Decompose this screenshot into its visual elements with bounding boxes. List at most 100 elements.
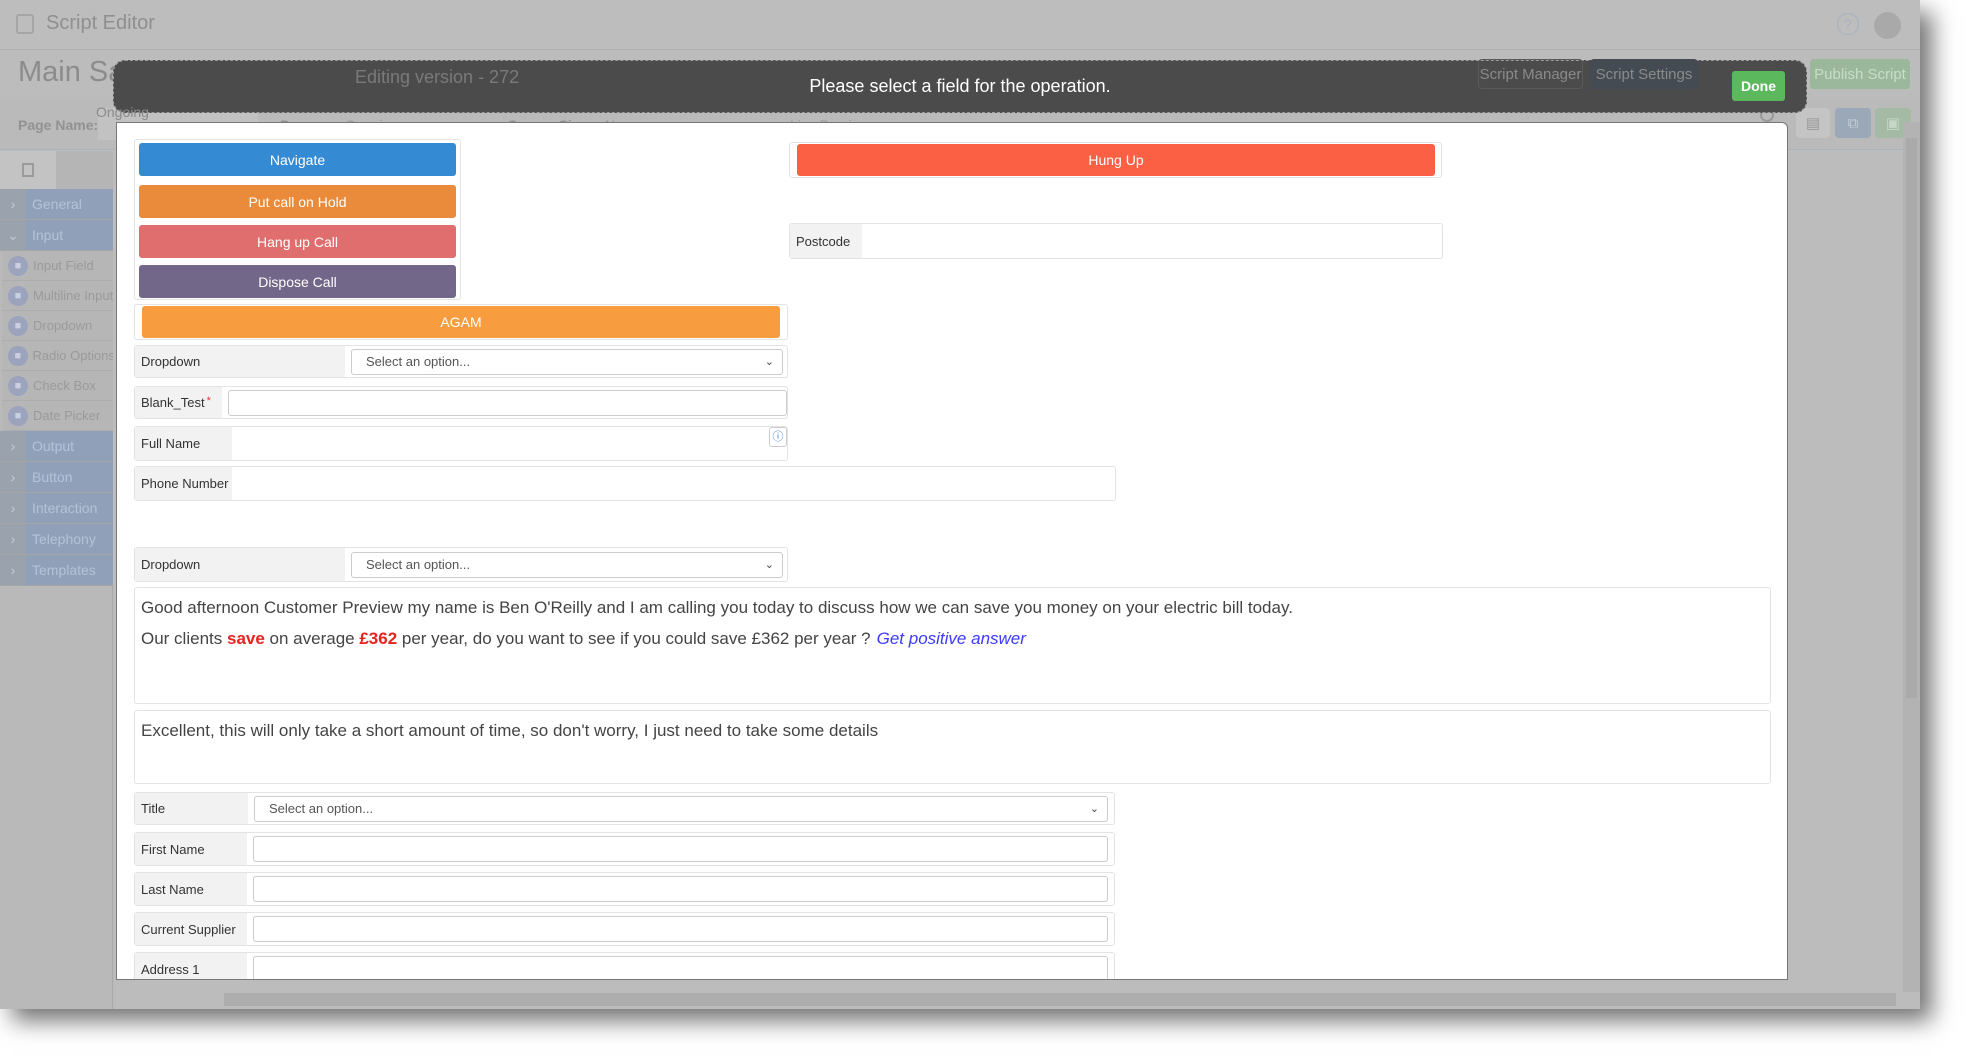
sidebar-item-templates[interactable]: › Templates: [0, 555, 113, 586]
chevron-right-icon: ›: [0, 493, 26, 523]
script-manager-button[interactable]: Script Manager: [1478, 59, 1583, 89]
required-marker: *: [206, 395, 211, 407]
chevron-down-icon: ⌄: [0, 220, 26, 250]
sidebar-tab-global[interactable]: [56, 151, 113, 189]
hung-up-button[interactable]: Hung Up: [797, 144, 1435, 176]
sidebar-item-interaction[interactable]: › Interaction: [0, 493, 113, 524]
chevron-right-icon: ›: [0, 555, 26, 585]
calendar-icon: ■: [8, 405, 28, 426]
dropdown-row: Dropdown Select an option... ⌄: [134, 345, 788, 378]
phone-number-row: Phone Number: [134, 466, 1116, 501]
last-name-input[interactable]: [253, 876, 1108, 902]
select-placeholder: Select an option...: [269, 801, 374, 816]
address-1-row: Address 1: [134, 952, 1115, 979]
savings-line: Our clients save on average £362 per yea…: [141, 629, 1026, 648]
sidebar-item-input-field[interactable]: ■ Input Field: [2, 251, 113, 281]
get-positive-answer-link[interactable]: Get positive answer: [877, 629, 1026, 648]
multiline-icon: ■: [8, 285, 28, 306]
select-placeholder: Select an option...: [366, 354, 471, 369]
sidebar-item-dropdown[interactable]: ■ Dropdown: [2, 311, 113, 341]
horizontal-scrollbar[interactable]: [224, 993, 1896, 1006]
page-name-label: Page Name:: [18, 117, 99, 133]
page-info-button[interactable]: ▤: [1796, 108, 1830, 138]
chevron-right-icon: ›: [0, 462, 26, 492]
sidebar-item-button[interactable]: › Button: [0, 462, 113, 493]
radio-icon: ■: [8, 345, 28, 366]
blank-test-row: Blank_Test *: [134, 386, 788, 419]
address-1-label: Address 1: [135, 953, 247, 979]
phone-number-input[interactable]: [232, 467, 1115, 500]
blank-test-label: Blank_Test *: [135, 387, 222, 418]
full-name-label: Full Name: [135, 427, 232, 460]
script-settings-button[interactable]: Script Settings: [1590, 59, 1698, 89]
select-placeholder: Select an option...: [366, 557, 471, 572]
full-name-input[interactable]: [232, 427, 787, 460]
preview-modal: Navigate Put call on Hold Hang up Call Disp…: [116, 122, 1788, 980]
last-name-label: Last Name: [135, 873, 247, 905]
title-label: Title: [135, 793, 248, 824]
postcode-row: Postcode: [789, 223, 1443, 259]
chevron-down-icon: ⌄: [764, 356, 774, 368]
blank-test-input[interactable]: [227, 389, 787, 416]
dropdown-label: Dropdown: [135, 548, 345, 581]
address-1-input[interactable]: [253, 956, 1108, 979]
current-supplier-input[interactable]: [253, 916, 1108, 942]
script-text-greeting: Good afternoon Customer Preview my name …: [134, 587, 1771, 704]
banner-message: Please select a field for the operation.: [809, 76, 1111, 96]
put-call-on-hold-button[interactable]: Put call on Hold: [139, 185, 456, 218]
current-supplier-row: Current Supplier: [134, 912, 1115, 946]
avatar[interactable]: [1874, 12, 1901, 39]
phone-number-label: Phone Number: [135, 467, 232, 500]
document-icon: [22, 163, 34, 177]
chevron-right-icon: ›: [0, 431, 26, 461]
dropdown-icon: ■: [8, 315, 28, 336]
checkbox-icon: ■: [8, 375, 28, 396]
sidebar-item-input[interactable]: ⌄ Input: [0, 220, 113, 251]
dropdown-label: Dropdown: [135, 346, 345, 377]
chevron-down-icon: ⌄: [1089, 803, 1099, 815]
title-select[interactable]: Select an option... ⌄: [254, 795, 1108, 822]
full-name-row: Full Name ⓘ: [134, 426, 788, 461]
dropdown-select[interactable]: Select an option... ⌄: [351, 348, 783, 375]
script-text-details: Excellent, this will only take a short a…: [134, 710, 1771, 784]
info-icon[interactable]: ⓘ: [769, 427, 787, 447]
app-title: Script Editor: [46, 12, 155, 34]
sidebar: › General ⌄ Input ■ Input Field ■ Multiline Inp…: [0, 151, 113, 1009]
edit-icon: ■: [8, 255, 28, 276]
sidebar-item-general[interactable]: › General: [0, 189, 113, 220]
current-supplier-label: Current Supplier: [135, 913, 247, 945]
postcode-input[interactable]: [862, 224, 1442, 258]
script-icon: [16, 14, 34, 34]
first-name-row: First Name: [134, 832, 1115, 866]
sidebar-item-date-picker[interactable]: ■ Date Picker: [2, 401, 113, 431]
dropdown-row-2: Dropdown Select an option... ⌄: [134, 547, 788, 582]
sidebar-item-multiline-input[interactable]: ■ Multiline Input: [2, 281, 113, 311]
done-button[interactable]: Done: [1732, 71, 1785, 101]
postcode-label: Postcode: [790, 224, 862, 258]
dropdown-select[interactable]: Select an option... ⌄: [351, 551, 783, 578]
title-bar: Script Editor ?: [0, 0, 1920, 50]
last-name-row: Last Name: [134, 872, 1115, 906]
first-name-input[interactable]: [253, 836, 1108, 862]
sidebar-item-telephony[interactable]: › Telephony: [0, 524, 113, 555]
chevron-right-icon: ›: [0, 189, 26, 219]
sidebar-item-check-box[interactable]: ■ Check Box: [2, 371, 113, 401]
dispose-call-button[interactable]: Dispose Call: [139, 265, 456, 298]
hang-up-call-button[interactable]: Hang up Call: [139, 225, 456, 258]
sidebar-item-output[interactable]: › Output: [0, 431, 113, 462]
vertical-scrollbar[interactable]: [1903, 122, 1920, 992]
sidebar-tab-elements[interactable]: [0, 151, 56, 189]
title-row: Title Select an option... ⌄: [134, 792, 1115, 825]
agam-button[interactable]: AGAM: [142, 306, 780, 338]
copy-button[interactable]: ⧉: [1835, 108, 1871, 138]
sidebar-item-radio-options[interactable]: ■ Radio Options: [2, 341, 113, 371]
help-icon[interactable]: ?: [1837, 13, 1859, 35]
first-name-label: First Name: [135, 833, 247, 865]
chevron-right-icon: ›: [0, 524, 26, 554]
chevron-down-icon: ⌄: [764, 559, 774, 571]
greeting-line: Good afternoon Customer Preview my name …: [141, 598, 1293, 617]
page-name-value[interactable]: Ongoing: [96, 104, 149, 120]
version-label: Editing version - 272: [355, 67, 520, 87]
navigate-button[interactable]: Navigate: [139, 143, 456, 176]
publish-script-button[interactable]: Publish Script: [1810, 59, 1910, 89]
